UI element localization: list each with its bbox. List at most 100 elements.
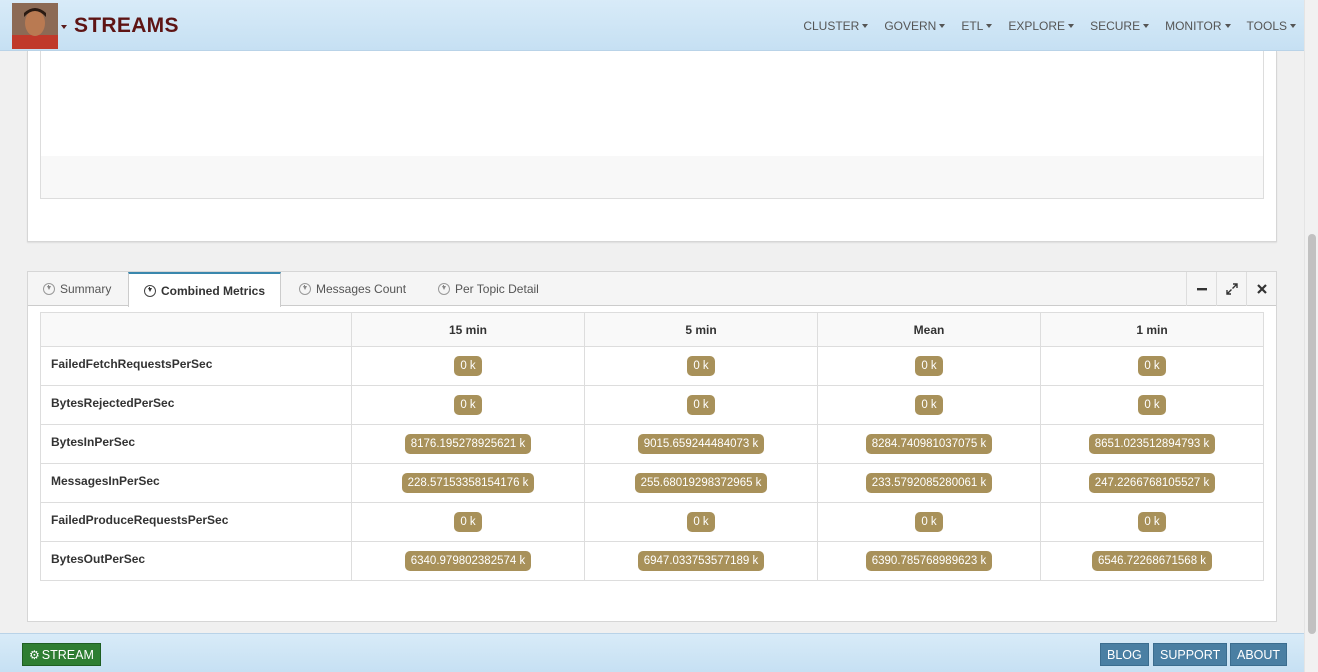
metric-name: FailedProduceRequestsPerSec <box>40 502 352 542</box>
column-header: 15 min <box>351 312 585 347</box>
metric-cell: 6340.979802382574 k <box>351 541 585 581</box>
metric-cell: 0 k <box>1040 385 1264 425</box>
nav-cluster[interactable]: CLUSTER <box>803 19 869 33</box>
value-badge: 0 k <box>1138 512 1166 532</box>
chevron-down-icon <box>862 24 869 28</box>
table-row: FailedFetchRequestsPerSec 0 k 0 k 0 k 0 … <box>40 346 1264 386</box>
metric-cell: 247.2266768105527 k <box>1040 463 1264 503</box>
upper-panel-footer-strip <box>41 156 1263 198</box>
vertical-scrollbar[interactable] <box>1304 0 1318 672</box>
value-badge: 0 k <box>687 512 715 532</box>
chevron-down-icon <box>1143 24 1150 28</box>
chevron-down-icon <box>1068 24 1075 28</box>
value-badge: 6390.785768989623 k <box>865 551 993 571</box>
chevron-down-icon <box>939 24 946 28</box>
value-badge: 233.5792085280061 k <box>865 473 993 493</box>
value-badge: 255.68019298372965 k <box>634 473 768 493</box>
minimize-icon[interactable] <box>1186 272 1216 306</box>
metrics-table: 15 min 5 min Mean 1 min FailedFetchReque… <box>40 312 1264 581</box>
value-badge: 0 k <box>915 356 943 376</box>
tab-messages-count[interactable]: Messages Count <box>284 272 421 306</box>
metric-column-header <box>40 312 352 347</box>
column-header: 1 min <box>1040 312 1264 347</box>
value-badge: 6546.72268671568 k <box>1091 551 1213 571</box>
metric-cell: 0 k <box>1040 502 1264 542</box>
top-navbar: STREAMS CLUSTER GOVERN ETL EXPLORE SECUR… <box>0 0 1304 51</box>
support-button[interactable]: SUPPORT <box>1153 643 1228 666</box>
metric-cell: 8284.740981037075 k <box>817 424 1041 464</box>
nav-etl[interactable]: ETL <box>961 19 993 33</box>
footer-bar: ⚙ STREAM BLOG SUPPORT ABOUT <box>0 633 1304 672</box>
avatar-dropdown-icon[interactable] <box>61 25 67 29</box>
value-badge: 8176.195278925621 k <box>404 434 532 454</box>
value-badge: 8651.023512894793 k <box>1088 434 1216 454</box>
value-badge: 0 k <box>915 395 943 415</box>
value-badge: 8284.740981037075 k <box>865 434 993 454</box>
chevron-down-icon <box>986 24 993 28</box>
nav-label: ETL <box>961 19 984 33</box>
tab-label: Messages Count <box>316 282 407 296</box>
metrics-tabs: Summary Combined Metrics Messages Count … <box>28 272 1276 307</box>
brand-title[interactable]: STREAMS <box>74 14 179 38</box>
value-badge: 0 k <box>454 395 482 415</box>
column-header: Mean <box>817 312 1041 347</box>
nav-tools[interactable]: TOOLS <box>1247 19 1296 33</box>
metric-cell: 0 k <box>351 385 585 425</box>
stream-button-label: STREAM <box>41 647 94 662</box>
tab-combined-metrics[interactable]: Combined Metrics <box>128 272 282 307</box>
table-row: MessagesInPerSec 228.57153358154176 k 25… <box>40 463 1264 503</box>
value-badge: 0 k <box>687 356 715 376</box>
upper-panel-content <box>40 51 1264 199</box>
value-badge: 247.2266768105527 k <box>1088 473 1216 493</box>
nav-govern[interactable]: GOVERN <box>884 19 946 33</box>
value-badge: 0 k <box>1138 356 1166 376</box>
circle-arrow-down-icon <box>144 284 156 297</box>
table-row: BytesInPerSec 8176.195278925621 k 9015.6… <box>40 424 1264 464</box>
blog-button[interactable]: BLOG <box>1100 643 1149 666</box>
value-badge: 0 k <box>454 512 482 532</box>
tab-label: Per Topic Detail <box>455 282 539 296</box>
circle-arrow-down-icon <box>43 283 55 295</box>
value-badge: 6947.033753577189 k <box>637 551 765 571</box>
value-badge: 9015.659244484073 k <box>637 434 765 454</box>
metric-cell: 255.68019298372965 k <box>584 463 818 503</box>
chevron-down-icon <box>1224 24 1231 28</box>
nav-secure[interactable]: SECURE <box>1090 19 1150 33</box>
metric-cell: 0 k <box>351 346 585 386</box>
nav-label: EXPLORE <box>1008 19 1066 33</box>
metrics-panel: Summary Combined Metrics Messages Count … <box>27 271 1277 622</box>
chevron-down-icon <box>1290 24 1296 28</box>
main-nav: CLUSTER GOVERN ETL EXPLORE SECURE MONITO… <box>787 19 1296 33</box>
metric-cell: 6546.72268671568 k <box>1040 541 1264 581</box>
metric-cell: 8651.023512894793 k <box>1040 424 1264 464</box>
user-avatar[interactable] <box>12 3 58 49</box>
metric-cell: 8176.195278925621 k <box>351 424 585 464</box>
nav-label: MONITOR <box>1165 19 1222 33</box>
value-badge: 228.57153358154176 k <box>401 473 535 493</box>
metric-cell: 233.5792085280061 k <box>817 463 1041 503</box>
stream-button[interactable]: ⚙ STREAM <box>22 643 101 666</box>
nav-label: GOVERN <box>884 19 937 33</box>
nav-label: CLUSTER <box>803 19 860 33</box>
tab-label: Combined Metrics <box>161 283 266 298</box>
scrollbar-thumb[interactable] <box>1308 234 1316 634</box>
value-badge: 0 k <box>687 395 715 415</box>
nav-explore[interactable]: EXPLORE <box>1008 19 1075 33</box>
tab-summary[interactable]: Summary <box>28 272 126 306</box>
nav-label: TOOLS <box>1246 19 1287 33</box>
metric-cell: 0 k <box>584 502 818 542</box>
upper-panel <box>27 51 1277 242</box>
close-icon[interactable] <box>1246 272 1276 306</box>
tab-label: Summary <box>60 282 112 296</box>
nav-monitor[interactable]: MONITOR <box>1165 19 1231 33</box>
metric-name: BytesOutPerSec <box>40 541 352 581</box>
metric-cell: 6947.033753577189 k <box>584 541 818 581</box>
circle-arrow-down-icon <box>438 283 450 295</box>
metric-cell: 9015.659244484073 k <box>584 424 818 464</box>
tab-per-topic-detail[interactable]: Per Topic Detail <box>423 272 554 306</box>
metric-cell: 0 k <box>584 346 818 386</box>
about-button[interactable]: ABOUT <box>1230 643 1288 666</box>
expand-icon[interactable] <box>1216 272 1246 306</box>
value-badge: 0 k <box>454 356 482 376</box>
metric-name: FailedFetchRequestsPerSec <box>40 346 352 386</box>
